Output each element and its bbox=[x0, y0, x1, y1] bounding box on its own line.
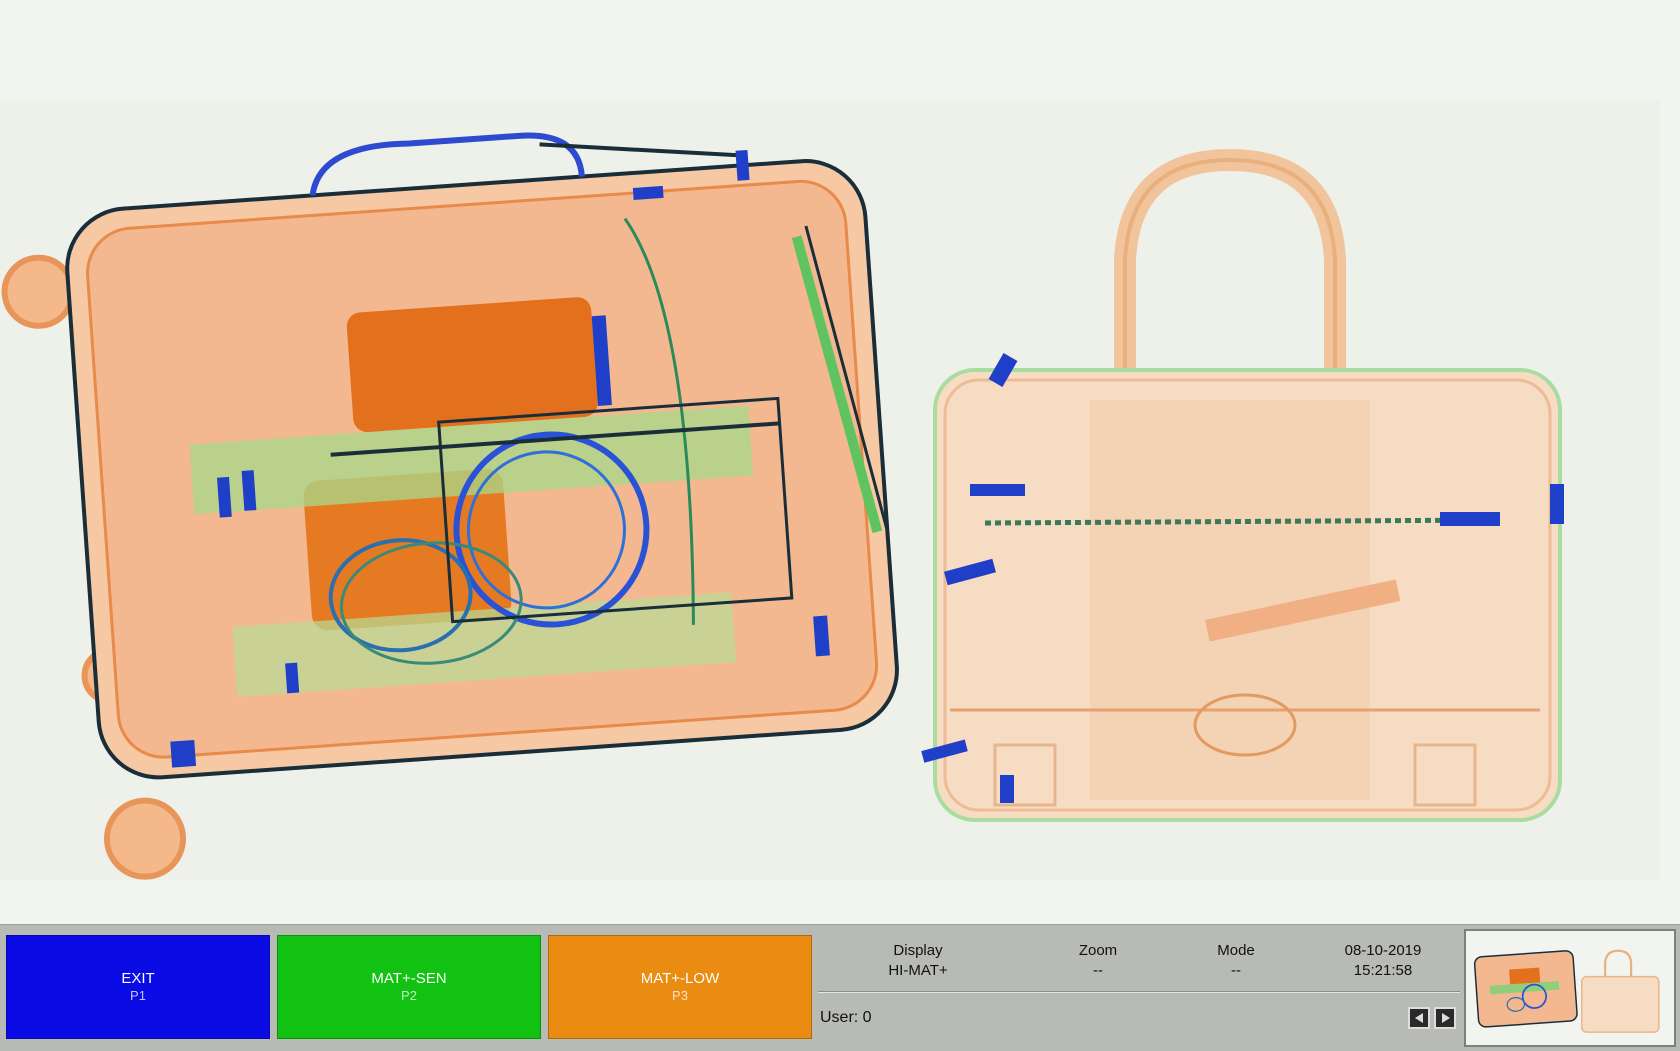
mode-value: -- bbox=[1231, 962, 1241, 979]
mat-sen-button-label: MAT+-SEN bbox=[371, 970, 447, 987]
datetime-status: 08-10-2019 15:21:58 bbox=[1318, 941, 1448, 981]
user-label: User: 0 bbox=[820, 1009, 872, 1026]
status-block: Display HI-MAT+ Zoom -- Mode -- 08-10-20… bbox=[818, 933, 1458, 1043]
zoom-value: -- bbox=[1093, 962, 1103, 979]
mat-low-button-key: P3 bbox=[672, 988, 688, 1003]
time-value: 15:21:58 bbox=[1353, 962, 1413, 979]
next-image-button[interactable] bbox=[1434, 1007, 1456, 1029]
exit-button[interactable]: EXIT P1 bbox=[6, 935, 270, 1039]
triangle-right-icon bbox=[1442, 1013, 1450, 1023]
exit-button-label: EXIT bbox=[121, 970, 155, 987]
mode-status: Mode -- bbox=[1176, 941, 1296, 981]
zoom-header: Zoom bbox=[1078, 942, 1118, 959]
exit-button-key: P1 bbox=[130, 988, 146, 1003]
xray-scan-image bbox=[0, 0, 1680, 924]
zoom-status: Zoom -- bbox=[1038, 941, 1158, 981]
triangle-left-icon bbox=[1415, 1013, 1423, 1023]
mat-sen-button[interactable]: MAT+-SEN P2 bbox=[277, 935, 541, 1039]
display-status: Display HI-MAT+ bbox=[858, 941, 978, 981]
previous-image-button[interactable] bbox=[1408, 1007, 1430, 1029]
scan-thumbnail[interactable] bbox=[1464, 929, 1676, 1047]
date-value: 08-10-2019 bbox=[1344, 942, 1422, 959]
status-divider bbox=[818, 991, 1460, 993]
control-panel: EXIT P1 MAT+-SEN P2 MAT+-LOW P3 Display … bbox=[0, 924, 1680, 1051]
mat-low-button-label: MAT+-LOW bbox=[640, 970, 720, 987]
mode-header: Mode bbox=[1217, 942, 1255, 959]
display-header: Display bbox=[893, 942, 943, 959]
mat-sen-button-key: P2 bbox=[401, 988, 417, 1003]
thumbnail-image bbox=[1466, 931, 1674, 1045]
mat-low-button[interactable]: MAT+-LOW P3 bbox=[548, 935, 812, 1039]
display-value: HI-MAT+ bbox=[888, 962, 948, 979]
